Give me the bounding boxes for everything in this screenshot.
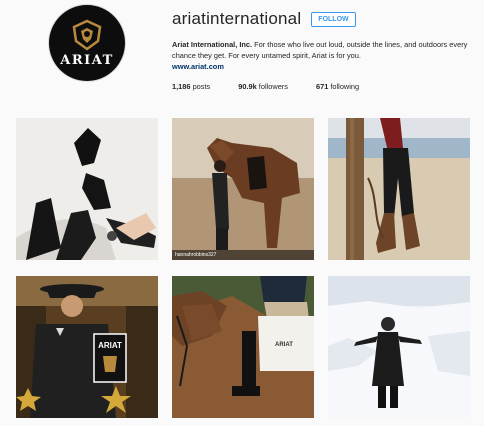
- posts-count: 1,186 posts: [172, 82, 210, 91]
- profile-info: ariatinternational FOLLOW Ariat Internat…: [172, 8, 472, 91]
- post-thumbnail[interactable]: ARIAT: [172, 276, 314, 418]
- photo-credit: hannahrobbins327: [172, 250, 314, 260]
- posts-label: posts: [192, 82, 211, 91]
- followers-value: 90.9k: [238, 82, 257, 91]
- profile-avatar[interactable]: ARIAT: [49, 5, 125, 81]
- post-thumbnail[interactable]: [328, 118, 470, 260]
- ariat-logo-icon: [72, 19, 102, 51]
- avatar-brand-text: ARIAT: [60, 52, 114, 68]
- following-label: following: [330, 82, 360, 91]
- profile-bio: Ariat International, Inc. For those who …: [172, 39, 472, 72]
- sign-text: ARIAT: [98, 341, 122, 350]
- follow-button[interactable]: FOLLOW: [311, 11, 356, 27]
- following-value: 671: [315, 82, 329, 91]
- bio-name: Ariat International, Inc.: [172, 40, 253, 49]
- saddle-pad-text: ARIAT: [275, 342, 293, 348]
- post-thumbnail[interactable]: ARIAT: [16, 276, 158, 418]
- post-thumbnail[interactable]: [16, 118, 158, 260]
- profile-username: ariatinternational: [172, 9, 302, 28]
- post-thumbnail[interactable]: hannahrobbins327: [172, 118, 314, 260]
- profile-stats: 1,186 posts 90.9k followers 671 followin…: [172, 82, 472, 91]
- profile-website-link[interactable]: www.ariat.com: [172, 61, 472, 72]
- post-thumbnail[interactable]: [328, 276, 470, 418]
- followers-count[interactable]: 90.9k followers: [238, 82, 288, 91]
- followers-label: followers: [258, 82, 288, 91]
- following-count[interactable]: 671 following: [316, 82, 359, 91]
- posts-value: 1,186: [172, 82, 191, 91]
